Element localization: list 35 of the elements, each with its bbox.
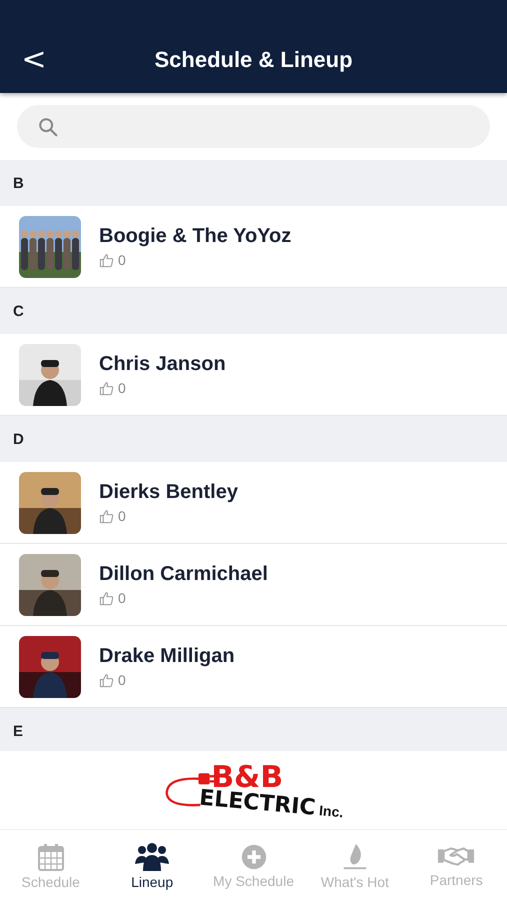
- tab[interactable]: Lineup: [101, 832, 203, 900]
- artist-row[interactable]: Drake Milligan 0: [0, 626, 507, 708]
- plus-circle-icon: [240, 843, 268, 871]
- sponsor-banner[interactable]: B&B ELECTRIC Inc.: [0, 751, 507, 830]
- people-icon: [135, 842, 170, 872]
- thumbs-up-icon[interactable]: [99, 672, 114, 688]
- section-letter: E: [13, 722, 24, 740]
- artist-name: Dillon Carmichael: [99, 563, 268, 586]
- like-count: 0: [118, 252, 126, 268]
- artist-row[interactable]: Dillon Carmichael 0: [0, 544, 507, 626]
- thumbs-up-icon[interactable]: [99, 380, 114, 396]
- artist-name: Boogie & The YoYoz: [99, 225, 292, 248]
- section-letter: D: [13, 430, 24, 448]
- logo-text: Inc.: [318, 802, 344, 820]
- like-count: 0: [118, 380, 126, 396]
- artist-row[interactable]: Chris Janson 0: [0, 334, 507, 416]
- artist-name: Dierks Bentley: [99, 481, 238, 504]
- like-count: 0: [118, 508, 126, 524]
- logo-text: ELECTRIC: [198, 786, 317, 821]
- section-letter: B: [13, 174, 24, 192]
- thumbs-up-icon[interactable]: [99, 252, 114, 268]
- artist-row[interactable]: Boogie & The YoYoz 0: [0, 206, 507, 288]
- screen-title: Schedule & Lineup: [154, 47, 353, 73]
- back-button[interactable]: <: [0, 45, 50, 75]
- artist-name: Chris Janson: [99, 353, 226, 376]
- search-field[interactable]: [17, 105, 490, 148]
- calendar-icon: [36, 842, 66, 872]
- artist-row[interactable]: Dierks Bentley 0: [0, 462, 507, 544]
- thumbs-up-icon[interactable]: [99, 590, 114, 606]
- search-icon: [37, 116, 59, 138]
- thumbs-up-icon[interactable]: [99, 508, 114, 524]
- like-count: 0: [118, 672, 126, 688]
- artist-name: Drake Milligan: [99, 645, 235, 668]
- section-letter: C: [13, 302, 24, 320]
- like-count: 0: [118, 590, 126, 606]
